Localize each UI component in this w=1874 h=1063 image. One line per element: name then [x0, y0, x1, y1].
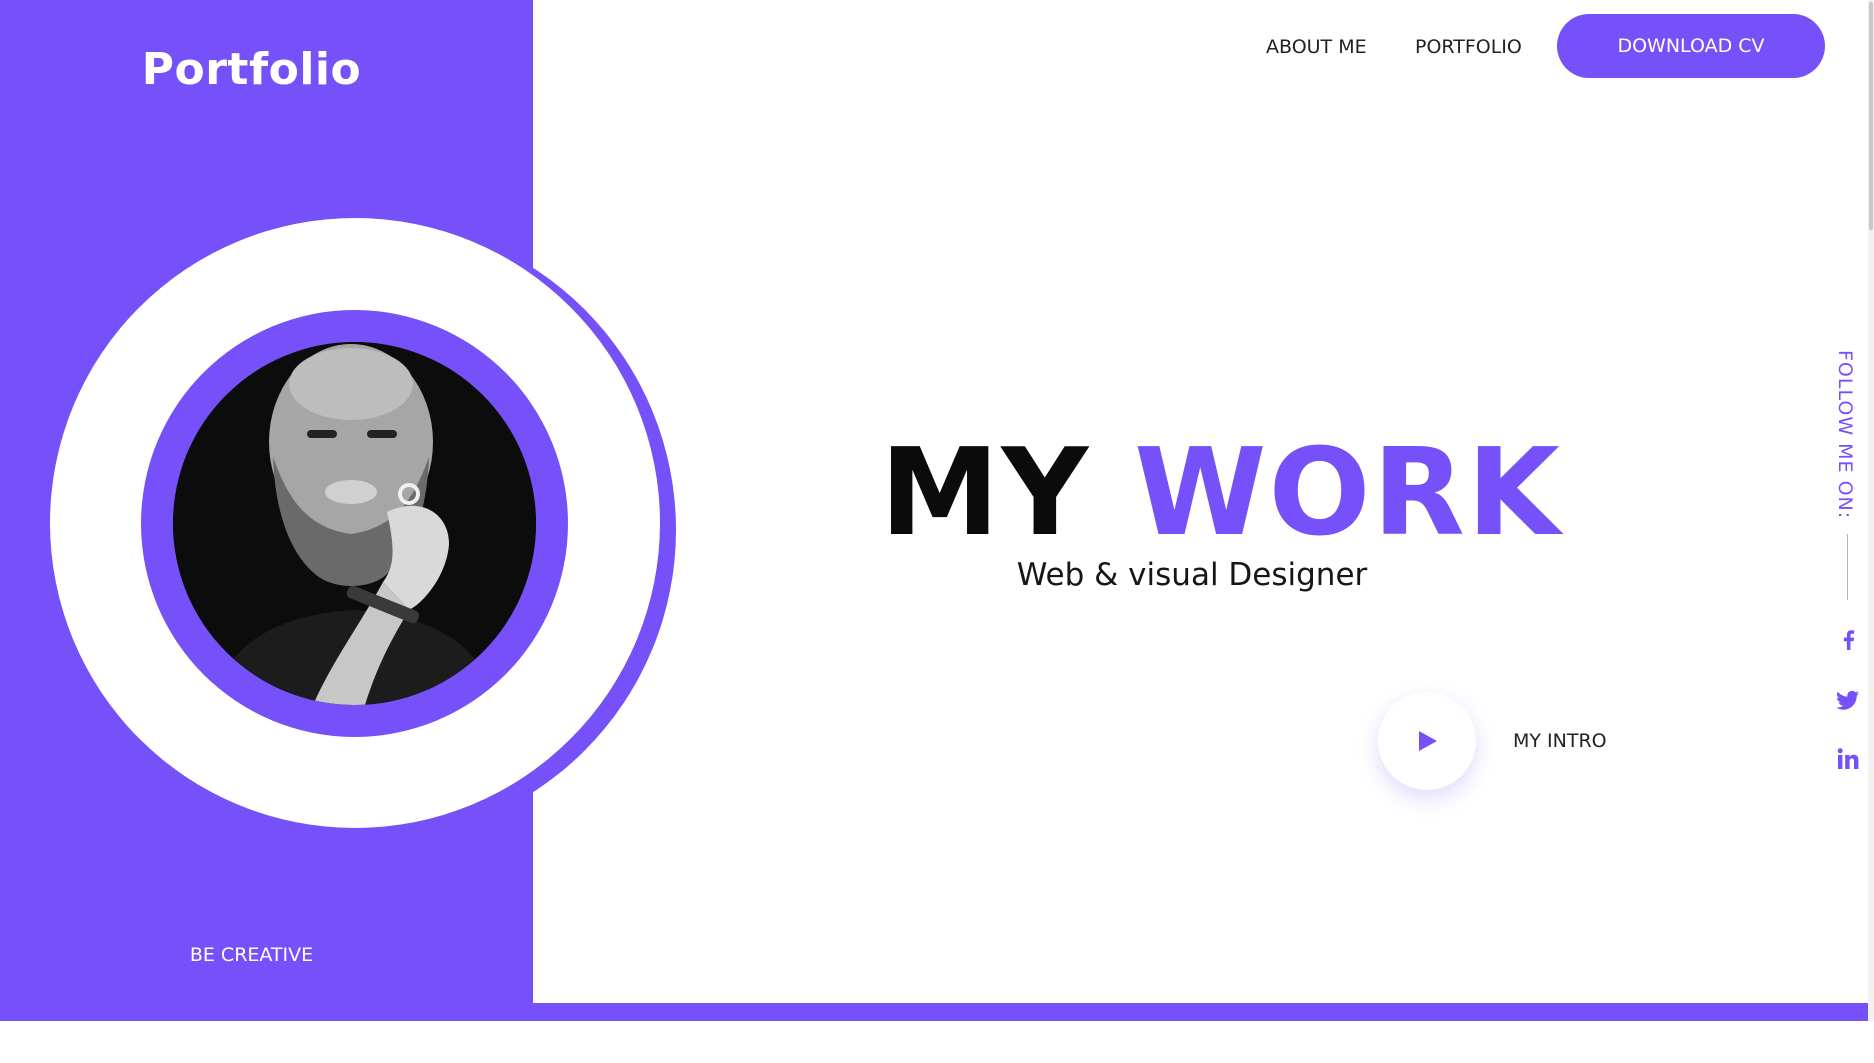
nav-portfolio[interactable]: PORTFOLIO [1415, 36, 1522, 58]
hero-title: MY WORK [880, 434, 1620, 554]
follow-label: FOLLOW ME ON: [1834, 350, 1856, 520]
twitter-icon[interactable] [1834, 686, 1862, 714]
download-cv-button[interactable]: DOWNLOAD CV [1557, 14, 1825, 78]
linkedin-icon[interactable] [1834, 745, 1862, 773]
play-intro-button[interactable] [1378, 692, 1476, 790]
motto-text: BE CREATIVE [189, 944, 314, 966]
nav-about-me[interactable]: ABOUT ME [1266, 36, 1367, 58]
profile-photo [173, 342, 536, 705]
play-icon [1419, 731, 1437, 751]
portfolio-page: Portfolio BE CREATIVE ABOUT ME PORTFOLIO… [0, 0, 1874, 1063]
scrollbar[interactable] [1868, 0, 1874, 1021]
follow-divider [1847, 534, 1848, 600]
hero-title-word-1: MY [880, 424, 1091, 563]
brand-logo[interactable]: Portfolio [0, 44, 503, 95]
bottom-accent-bar [0, 1003, 1868, 1021]
hero-subtitle: Web & visual Designer [1016, 557, 1368, 593]
profile-photo-illustration [173, 342, 536, 705]
facebook-icon[interactable] [1834, 626, 1862, 654]
hero-title-word-2: WORK [1134, 424, 1562, 563]
scrollbar-thumb[interactable] [1869, 2, 1873, 230]
intro-label[interactable]: MY INTRO [1513, 730, 1607, 752]
